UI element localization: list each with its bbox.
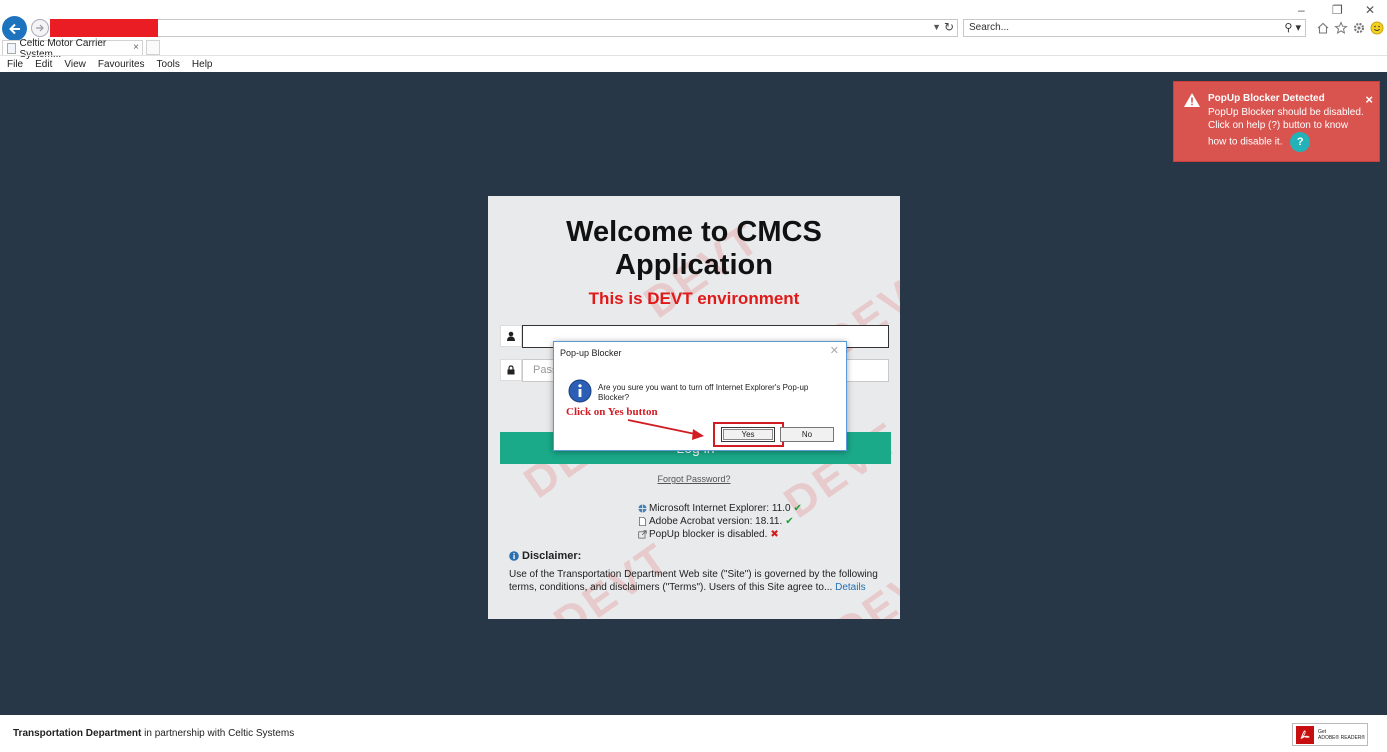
disclaimer-title: Disclaimer:	[522, 550, 582, 562]
check-row: Adobe Acrobat version: 18.11. ✔	[638, 515, 802, 528]
check-fail-icon: ✖	[770, 529, 779, 540]
browser-tab[interactable]: Celtic Motor Carrier System... ×	[2, 38, 143, 60]
new-tab-button[interactable]	[146, 40, 160, 55]
forward-button[interactable]	[31, 19, 49, 37]
info-icon	[509, 551, 519, 561]
notification-title: PopUp Blocker Detected	[1208, 93, 1325, 104]
menu-bar: File Edit View Favourites Tools Help	[0, 57, 1387, 72]
address-redacted	[50, 19, 158, 37]
no-button[interactable]: No	[780, 427, 834, 442]
check-label: PopUp blocker is disabled.	[649, 529, 768, 540]
page-title: Welcome to CMCS Application	[566, 216, 822, 281]
refresh-icon[interactable]: ↻	[944, 20, 954, 34]
notification-line2: Click on help (?) button to know how to …	[1208, 120, 1349, 148]
adobe-reader: ADOBE® READER®	[1318, 734, 1366, 741]
check-ok-icon: ✔	[785, 516, 794, 527]
menu-file[interactable]: File	[7, 59, 23, 70]
dialog-title: Pop-up Blocker	[560, 348, 622, 358]
notification-line1: PopUp Blocker should be disabled.	[1208, 107, 1364, 118]
menu-help[interactable]: Help	[192, 59, 213, 70]
footer-org: Transportation Department	[13, 728, 142, 739]
details-link[interactable]: Details	[835, 582, 866, 593]
forward-arrow-icon	[36, 24, 44, 32]
page-favicon-icon	[7, 43, 16, 54]
restore-button[interactable]: ❐	[1332, 3, 1343, 17]
globe-icon	[638, 504, 647, 513]
home-icon[interactable]	[1315, 20, 1331, 36]
disclaimer-text: Use of the Transportation Department Web…	[509, 568, 879, 594]
menu-favourites[interactable]: Favourites	[98, 59, 145, 70]
warning-icon	[1184, 93, 1200, 107]
footer-partner: in partnership with Celtic Systems	[141, 728, 295, 739]
address-bar[interactable]: ▼ ↻	[158, 19, 958, 37]
lock-icon	[500, 359, 522, 381]
favorites-star-icon[interactable]	[1333, 20, 1349, 36]
address-dropdown-icon[interactable]: ▼	[932, 22, 941, 32]
footer-text: Transportation Department in partnership…	[13, 728, 294, 739]
minimize-button[interactable]: –	[1298, 3, 1305, 17]
dialog-info-icon	[568, 379, 592, 403]
dialog-close-icon[interactable]: ✕	[830, 344, 839, 357]
annotation-arrow-icon	[627, 419, 704, 440]
check-ok-icon: ✔	[793, 503, 802, 514]
external-link-icon	[638, 530, 647, 539]
tab-strip-divider	[0, 55, 1387, 56]
popup-blocker-notification: PopUp Blocker Detected PopUp Blocker sho…	[1173, 81, 1380, 162]
help-button[interactable]: ?	[1290, 132, 1311, 152]
user-icon	[500, 325, 522, 347]
settings-gear-icon[interactable]	[1351, 20, 1367, 36]
dialog-message: Are you sure you want to turn off Intern…	[598, 383, 809, 402]
disclaimer-heading: Disclaimer:	[509, 550, 581, 562]
disclaimer-body: Use of the Transportation Department Web…	[509, 569, 878, 593]
notification-close-icon[interactable]: ×	[1365, 92, 1373, 107]
adobe-logo-icon	[1296, 725, 1314, 744]
adobe-text: Get ADOBE® READER®	[1318, 729, 1365, 741]
check-label: Adobe Acrobat version: 18.11.	[649, 516, 783, 527]
environment-label: This is DEVT environment	[588, 289, 800, 308]
search-placeholder: Search...	[969, 22, 1010, 33]
notification-body: PopUp Blocker should be disabled. Click …	[1208, 106, 1368, 152]
system-checks: Microsoft Internet Explorer: 11.0 ✔ Adob…	[638, 502, 802, 541]
pdf-file-icon	[638, 517, 647, 526]
search-input[interactable]: Search... ⚲ ▾	[963, 19, 1306, 37]
get-adobe-reader-badge[interactable]: Get ADOBE® READER®	[1292, 723, 1368, 746]
feedback-smiley-icon[interactable]	[1369, 20, 1385, 36]
back-arrow-icon	[8, 23, 20, 34]
check-row: PopUp blocker is disabled. ✖	[638, 528, 802, 541]
close-window-button[interactable]: ✕	[1365, 3, 1375, 17]
check-label: Microsoft Internet Explorer: 11.0	[649, 503, 791, 514]
menu-view[interactable]: View	[64, 59, 86, 70]
yes-button[interactable]: Yes	[721, 427, 775, 442]
forgot-password-link[interactable]: Forgot Password?	[488, 474, 900, 484]
menu-edit[interactable]: Edit	[35, 59, 52, 70]
search-icon[interactable]: ⚲ ▾	[1284, 21, 1301, 34]
check-row: Microsoft Internet Explorer: 11.0 ✔	[638, 502, 802, 515]
menu-tools[interactable]: Tools	[157, 59, 180, 70]
browser-chrome: ▼ ↻ Search... ⚲ ▾ – ❐ ✕ Celtic Motor Car…	[0, 0, 1387, 72]
tab-close-icon[interactable]: ×	[133, 42, 139, 53]
page-footer: Transportation Department in partnership…	[0, 715, 1387, 752]
